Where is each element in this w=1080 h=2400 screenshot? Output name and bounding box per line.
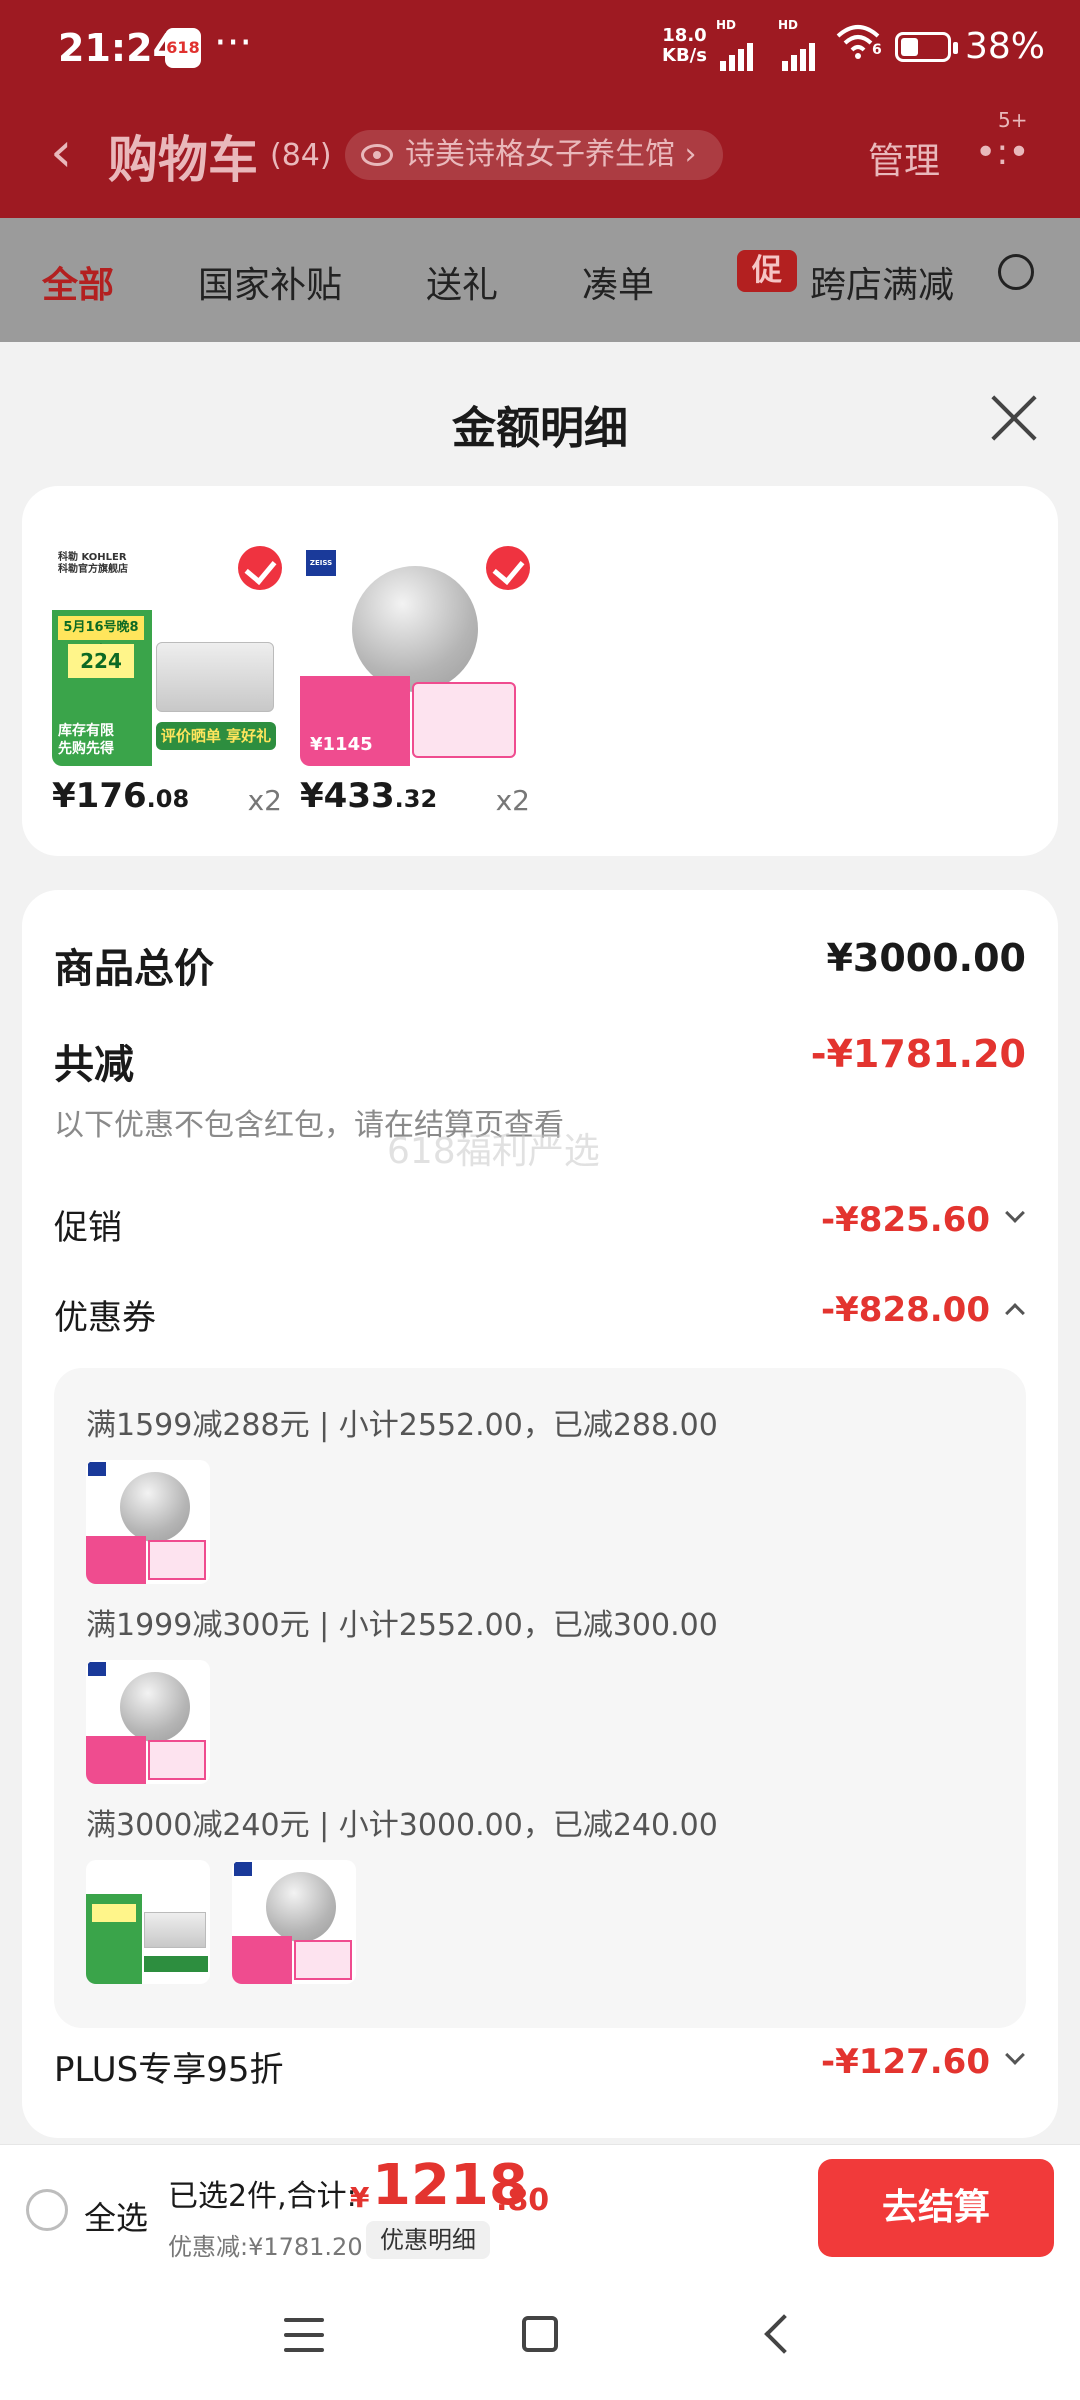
battery-fill: [901, 38, 918, 56]
kohler-date-tag: 5月16号晚8点: [58, 616, 144, 659]
kohler-price-tag: 224: [68, 644, 134, 678]
net-speed-value: 18.0: [662, 25, 707, 46]
chevron-down-icon[interactable]: [1005, 2045, 1025, 2065]
coupon-product-thumb: [86, 1860, 210, 1984]
product-qty: x2: [247, 784, 282, 817]
kohler-stock-text: 库存有限 先购先得: [58, 723, 114, 757]
coupon-label: 优惠券: [54, 1298, 156, 1338]
total-price-row: 商品总价 ¥3000.00: [54, 936, 1026, 996]
net-speed: 18.0 KB/s: [662, 26, 707, 66]
close-icon[interactable]: [988, 392, 1040, 444]
product-price: ¥176.08: [52, 776, 190, 816]
select-all-label[interactable]: 全选: [84, 2193, 148, 2239]
discount-total: 优惠减:¥1781.20: [168, 2233, 363, 2261]
checkout-button[interactable]: 去结算: [818, 2159, 1054, 2257]
filter-tabs: 全部 国家补贴 送礼 凑单 促 跨店满减: [0, 218, 1080, 342]
product-qty: x2: [495, 784, 530, 817]
plus-label: PLUS专享95折: [54, 2050, 284, 2090]
reduce-label: 共减: [54, 1042, 134, 1088]
wifi-badge: 6: [872, 42, 882, 58]
select-all-checkbox[interactable]: [26, 2189, 68, 2231]
store-link[interactable]: 诗美诗格女子养生馆 ›: [345, 130, 723, 180]
sheet-title: 金额明细: [452, 403, 628, 454]
menu-icon[interactable]: [284, 2318, 324, 2352]
checked-icon[interactable]: [238, 546, 282, 590]
coupon-product-thumb: [86, 1660, 210, 1784]
promo-value: -¥825.60: [821, 1200, 990, 1240]
product-item-kohler[interactable]: 科勒 KOHLER 科勒官方旗舰店 5月16号晚8点 224 评价晒单 享好礼 …: [52, 546, 282, 826]
coupon-line: 满1599减288元 | 小计2552.00，已减288.00: [86, 1408, 718, 1443]
chevron-down-icon[interactable]: [1005, 1203, 1025, 1223]
kohler-banner: 评价晒单 享好礼: [156, 722, 276, 750]
more-menu-icon[interactable]: •:•: [975, 132, 1030, 173]
back-button[interactable]: ‹: [50, 118, 72, 188]
tab-combine[interactable]: 凑单: [582, 256, 654, 308]
search-icon[interactable]: [998, 254, 1034, 290]
plus-discount-row[interactable]: PLUS专享95折 -¥127.60: [54, 2042, 1026, 2092]
cart-count: (84): [270, 138, 332, 173]
product-item-zeiss[interactable]: ZEISS ¥1145 ¥433.32 x2: [300, 546, 530, 826]
plus-value: -¥127.60: [821, 2042, 990, 2082]
towel-rack-image: [156, 642, 274, 712]
product-image-zeiss: ZEISS ¥1145: [300, 546, 530, 766]
signal-icon-2: [782, 30, 818, 71]
promo-row[interactable]: 促销 -¥825.60: [54, 1200, 1026, 1250]
discount-detail-button[interactable]: 优惠明细: [366, 2221, 490, 2259]
coupon-details: 满1599减288元 | 小计2552.00，已减288.00 满1999减30…: [54, 1368, 1026, 2028]
checked-icon[interactable]: [486, 546, 530, 590]
battery-icon: [895, 32, 958, 62]
coupon-product-thumb: [86, 1460, 210, 1584]
currency-symbol: ¥: [350, 2181, 370, 2214]
tab-cross-store[interactable]: 跨店满减: [810, 256, 954, 308]
price-summary-card: 商品总价 ¥3000.00 共减 -¥1781.20 以下优惠不包含红包，请在结…: [22, 890, 1058, 2138]
page-title: 购物车: [108, 131, 258, 189]
top-header: 21:24 618 ··· 18.0 KB/s HD HD 6 38% ‹ 购物车…: [0, 0, 1080, 218]
tab-all[interactable]: 全部: [42, 256, 114, 308]
back-icon[interactable]: [764, 2314, 804, 2354]
hd-label-2: HD: [778, 18, 799, 32]
coupon-line: 满1999减300元 | 小计2552.00，已减300.00: [86, 1608, 718, 1643]
store-name: 诗美诗格女子养生馆 ›: [405, 137, 697, 172]
zeiss-price-tag: ¥1145: [310, 734, 373, 755]
total-value: ¥3000.00: [826, 936, 1026, 980]
cart-nav: ‹ 购物车 (84) 诗美诗格女子养生馆 › 管理 •:• 5+: [0, 108, 1080, 200]
coupon-line: 满3000减240元 | 小计3000.00，已减240.00: [86, 1808, 718, 1843]
total-label: 商品总价: [54, 946, 214, 992]
system-nav-bar: [0, 2272, 1080, 2400]
product-image-kohler: 科勒 KOHLER 科勒官方旗舰店 5月16号晚8点 224 评价晒单 享好礼 …: [52, 546, 282, 766]
product-price: ¥433.32: [300, 776, 438, 816]
coupon-value: -¥828.00: [821, 1290, 990, 1330]
zeiss-logo: ZEISS: [306, 550, 336, 576]
coupon-row[interactable]: 优惠券 -¥828.00: [54, 1290, 1026, 1340]
manage-button[interactable]: 管理: [868, 132, 940, 184]
home-icon[interactable]: [522, 2316, 558, 2352]
total-amount-dec: .80: [496, 2183, 550, 2218]
tab-gift[interactable]: 送礼: [426, 256, 498, 308]
selected-items-card: 科勒 KOHLER 科勒官方旗舰店 5月16号晚8点 224 评价晒单 享好礼 …: [22, 486, 1058, 856]
status-bar: 21:24 618 ··· 18.0 KB/s HD HD 6 38%: [0, 18, 1080, 80]
status-time: 21:24: [58, 26, 179, 70]
status-more-dots: ···: [214, 20, 253, 66]
message-badge: 5+: [998, 108, 1028, 132]
battery-percent: 38%: [965, 26, 1046, 67]
selected-summary: 已选2件,合计:: [168, 2179, 357, 2214]
signal-icon: [720, 30, 756, 71]
watermark: 618福利严选: [387, 1131, 600, 1172]
eye-icon: [361, 144, 393, 166]
hd-label-1: HD: [716, 18, 737, 32]
net-speed-unit: KB/s: [662, 45, 707, 66]
kohler-logo: 科勒 KOHLER 科勒官方旗舰店: [58, 552, 128, 575]
total-reduce-row: 共减 -¥1781.20: [54, 1032, 1026, 1092]
tab-subsidy[interactable]: 国家补贴: [198, 256, 342, 308]
promo-badge: 促: [737, 250, 797, 292]
amount-detail-sheet: 金额明细 科勒 KOHLER 科勒官方旗舰店 5月16号晚8点 224 评价晒单…: [0, 356, 1080, 2144]
promo-label: 促销: [54, 1208, 122, 1248]
chevron-up-icon[interactable]: [1005, 1303, 1025, 1323]
coupon-product-thumb: [232, 1860, 356, 1984]
checkout-bar: 全选 已选2件,合计: ¥ 1218 .80 优惠减:¥1781.20 优惠明细…: [0, 2144, 1080, 2272]
reduce-value: -¥1781.20: [810, 1032, 1026, 1076]
lens-image: [352, 566, 478, 692]
app-618-icon: 618: [165, 28, 201, 68]
